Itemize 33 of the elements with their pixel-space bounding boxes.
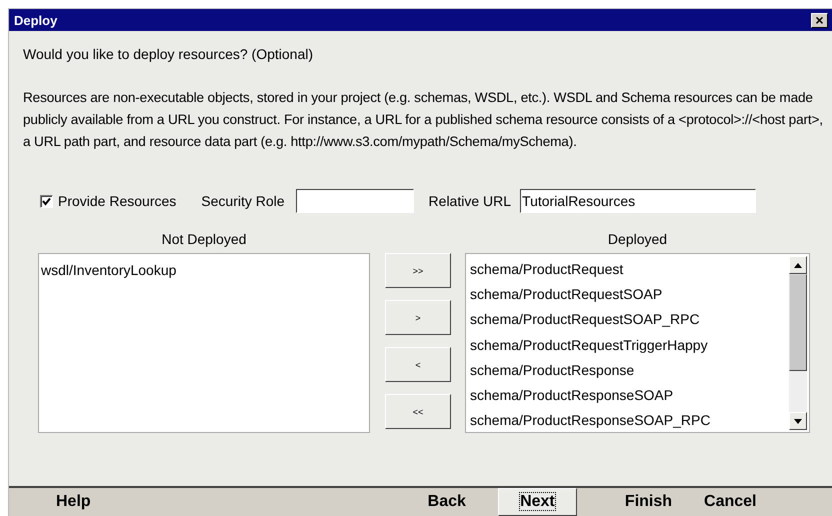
list-item[interactable]: schema/ProductResponseSOAP bbox=[470, 382, 789, 408]
relative-url-field[interactable]: TutorialResources bbox=[520, 189, 756, 213]
list-item[interactable]: schema/ProductRequestSOAP_RPC bbox=[470, 307, 789, 333]
list-heading: Deployed bbox=[608, 230, 668, 249]
list-item[interactable]: schema/ProductResponse bbox=[470, 358, 789, 383]
list-item[interactable]: schema/ProductResponseSOAP_RPC bbox=[470, 408, 789, 434]
scroll-down-icon[interactable] bbox=[789, 412, 807, 430]
scroll-thumb[interactable] bbox=[789, 274, 807, 371]
footer-button[interactable]: Cancel bbox=[704, 488, 756, 516]
footer-button[interactable]: Help bbox=[56, 488, 91, 516]
description-text: Resources are non-executable objects, stored in your project (e.g. schemas, WSDL, etc.). WSDL and Schema resources can be made publicly available from a URL you construct. For instance, a URL for a published schema resource consists of a <protocol>://<host part>, a URL path part, and resource data part (e.g. http://www.s3.com/mypath/Schema/mySchema). bbox=[23, 89, 824, 151]
footer-button[interactable]: Back bbox=[428, 488, 466, 516]
footer-button[interactable]: Finish bbox=[624, 488, 672, 516]
move-button[interactable]: < bbox=[385, 347, 451, 382]
move-button[interactable]: << bbox=[385, 394, 451, 429]
security-role-label: Security Role bbox=[201, 193, 285, 209]
provide-resources-checkbox[interactable] bbox=[40, 194, 53, 208]
footer-button[interactable]: Next bbox=[498, 488, 577, 516]
list-heading: Not Deployed bbox=[162, 230, 246, 249]
list-item[interactable]: schema/ProductRequest bbox=[470, 257, 789, 282]
question-text: Would you like to deploy resources? (Optional) bbox=[23, 45, 314, 64]
list-item[interactable]: wsdl/InventoryLookup bbox=[39, 254, 369, 284]
scroll-up-icon[interactable] bbox=[789, 256, 807, 274]
scrollbar[interactable] bbox=[789, 256, 807, 430]
list-item[interactable]: schema/ProductRequestSOAP bbox=[470, 282, 789, 308]
window-title: Deploy bbox=[14, 12, 58, 28]
move-button[interactable]: >> bbox=[385, 253, 451, 288]
security-role-field[interactable] bbox=[296, 189, 414, 213]
close-button[interactable]: × bbox=[811, 12, 828, 28]
relative-url-label: Relative URL bbox=[428, 193, 512, 209]
move-button[interactable]: > bbox=[385, 300, 451, 335]
list-item[interactable]: schema/ProductRequestTriggerHappy bbox=[470, 332, 789, 358]
provide-resources-label: Provide Resources bbox=[58, 193, 176, 209]
